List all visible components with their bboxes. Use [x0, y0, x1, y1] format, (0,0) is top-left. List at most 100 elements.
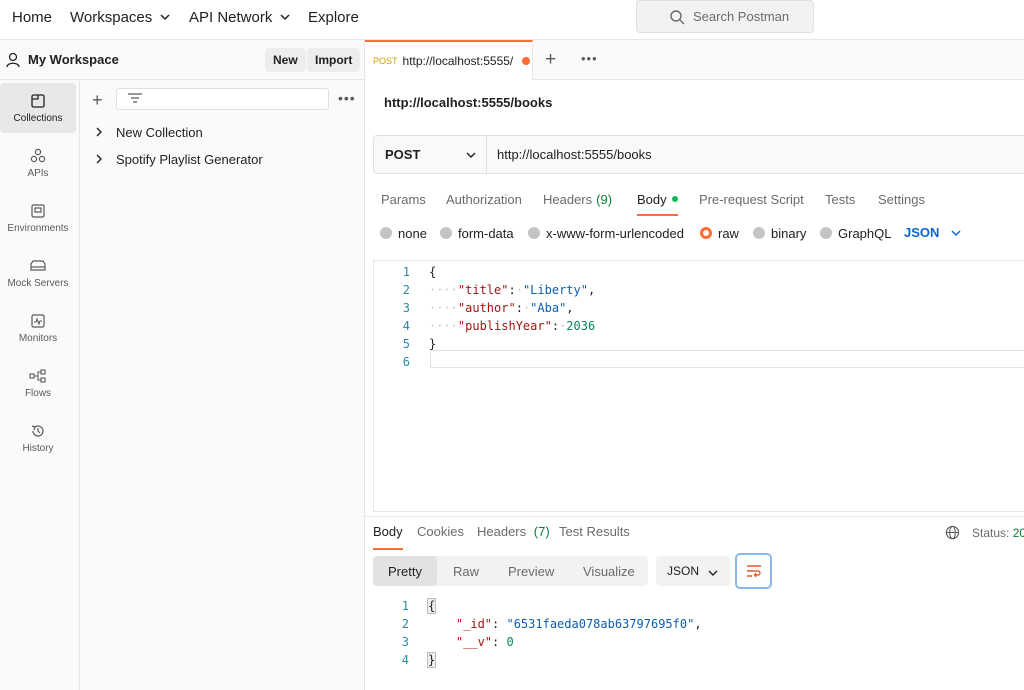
code-token: }	[429, 337, 437, 351]
code-text: }	[429, 337, 436, 351]
response-view-toggle: Pretty Raw Preview Visualize	[373, 556, 648, 586]
json-number: 2036	[566, 319, 596, 333]
nav-api-network[interactable]: API Network	[189, 0, 290, 34]
headers-count-badge: (7)	[533, 524, 550, 539]
filter-icon	[128, 93, 142, 103]
wrap-lines-button[interactable]	[735, 553, 772, 589]
view-label: Raw	[453, 563, 480, 579]
sidebar-item-monitors[interactable]: Monitors	[0, 303, 76, 353]
collection-filter-input[interactable]	[116, 88, 329, 110]
indent-guide: ····	[429, 319, 458, 333]
code-line: 3 "__v": 0	[365, 633, 1024, 651]
sidebar-item-environments[interactable]: Environments	[0, 193, 76, 243]
tab-url: http://localhost:5555/	[402, 54, 514, 68]
search-input[interactable]: Search Postman	[636, 0, 814, 33]
collections-more-button[interactable]: •••	[338, 90, 356, 106]
nav-explore[interactable]: Explore	[308, 0, 359, 34]
url-input[interactable]: http://localhost:5555/books	[497, 147, 652, 162]
code-token: {	[427, 598, 437, 614]
body-indicator-dot	[671, 196, 678, 202]
active-tab-underline	[637, 214, 678, 216]
body-language-label: JSON	[904, 225, 940, 240]
nav-workspaces[interactable]: Workspaces	[70, 0, 170, 34]
json-key: "publishYear"	[457, 319, 552, 333]
request-tab-bar: POST http://localhost:5555/ + •••	[365, 40, 1024, 80]
body-mode-options: none form-data x-www-form-urlencoded raw…	[380, 225, 1024, 245]
chevron-down-icon	[466, 152, 476, 158]
tab-params[interactable]: Params	[381, 185, 426, 213]
sidebar-item-apis[interactable]: APIs	[0, 138, 76, 188]
view-raw-button[interactable]: Raw	[453, 556, 479, 586]
response-tab-cookies[interactable]: Cookies	[417, 524, 464, 546]
view-label: Preview	[508, 563, 555, 579]
json-key: "__v"	[455, 635, 493, 649]
view-preview-button[interactable]: Preview	[508, 556, 554, 586]
collection-item[interactable]: Spotify Playlist Generator	[94, 148, 263, 170]
radio-label: GraphQL	[838, 225, 892, 241]
request-body-editor[interactable]: 1{ 2 ····"title":·"Liberty", 3 ····"author…	[373, 260, 1024, 512]
tab-body[interactable]: Body	[637, 185, 678, 216]
radio-label: binary	[771, 225, 807, 241]
new-tab-button[interactable]: +	[545, 49, 556, 71]
add-collection-button[interactable]: +	[92, 90, 103, 111]
chevron-down-icon	[708, 570, 718, 576]
wrap-lines-icon	[746, 565, 761, 578]
response-format-select[interactable]: JSON	[656, 556, 730, 586]
request-name[interactable]: http://localhost:5555/books	[384, 95, 552, 110]
nav-home[interactable]: Home	[12, 0, 52, 34]
tab-authorization[interactable]: Authorization	[446, 185, 522, 213]
space-marker: ·	[515, 283, 523, 297]
radio-graphql[interactable]: GraphQL	[820, 225, 891, 241]
active-tab-underline	[373, 548, 403, 550]
line-number: 2	[401, 617, 409, 631]
tab-label: Pre-request Script	[699, 191, 804, 207]
tab-settings[interactable]: Settings	[878, 185, 925, 213]
response-body-viewer[interactable]: 1{ 2 "_id": "6531faeda078ab63797695f0", …	[365, 597, 1024, 690]
code-line: 1{	[365, 597, 1024, 615]
collections-panel: + ••• New Collection Spotify Playlist Ge…	[80, 80, 365, 690]
json-string: "Liberty"	[522, 283, 588, 297]
tab-tests[interactable]: Tests	[825, 185, 855, 213]
tab-more-button[interactable]: •••	[581, 51, 598, 66]
method-select[interactable]: POST	[374, 136, 487, 173]
tab-label: Cookies	[417, 524, 464, 539]
view-pretty-button[interactable]: Pretty	[373, 556, 437, 586]
code-line: 1{	[374, 263, 1024, 281]
code-token: }	[427, 652, 437, 668]
collection-item[interactable]: New Collection	[94, 121, 203, 143]
radio-circle	[380, 227, 392, 239]
radio-binary[interactable]: binary	[753, 225, 806, 241]
body-language-select[interactable]: JSON	[904, 225, 961, 240]
chevron-down-icon	[160, 14, 170, 21]
tab-prerequest-script[interactable]: Pre-request Script	[699, 185, 804, 213]
code-line: 4 ····"publishYear":·2036	[374, 317, 1024, 335]
sidebar-item-collections[interactable]: Collections	[0, 83, 76, 133]
sidebar-item-history[interactable]: History	[0, 413, 76, 463]
apis-icon	[30, 148, 46, 162]
response-tab-headers[interactable]: Headers (7)	[477, 524, 550, 546]
radio-none[interactable]: none	[380, 225, 427, 241]
code-text: ····"publishYear":·2036	[429, 319, 596, 333]
sidebar-item-mock-servers[interactable]: Mock Servers	[0, 248, 76, 298]
globe-icon[interactable]	[945, 525, 960, 540]
json-key: "author"	[457, 301, 516, 315]
tab-label: Settings	[878, 191, 925, 207]
import-button[interactable]: Import	[307, 48, 361, 72]
sidebar-item-flows[interactable]: Flows	[0, 358, 76, 408]
json-string: "Aba"	[530, 301, 567, 315]
new-button[interactable]: New	[265, 48, 306, 72]
response-tab-test-results[interactable]: Test Results	[559, 524, 630, 546]
radio-raw[interactable]: raw	[700, 225, 739, 241]
radio-urlencoded[interactable]: x-www-form-urlencoded	[528, 225, 684, 241]
view-visualize-button[interactable]: Visualize	[583, 556, 635, 586]
collection-item-label: Spotify Playlist Generator	[116, 151, 263, 167]
radio-circle	[820, 227, 832, 239]
tab-label: Tests	[825, 191, 856, 207]
sidebar-item-label: Environments	[7, 222, 69, 234]
sidebar-item-label: APIs	[27, 167, 49, 179]
response-tab-body[interactable]: Body	[373, 524, 403, 550]
tab-headers[interactable]: Headers (9)	[543, 185, 612, 213]
code-line: 4}	[365, 651, 1024, 669]
radio-form-data[interactable]: form-data	[440, 225, 514, 241]
request-tab[interactable]: POST http://localhost:5555/	[365, 40, 533, 80]
